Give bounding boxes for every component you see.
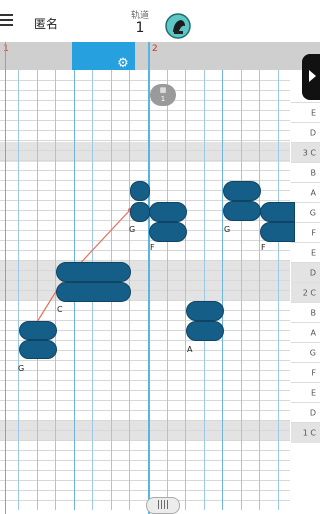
note-g2-lower[interactable] xyxy=(223,201,261,221)
note-a-lower[interactable] xyxy=(186,321,224,341)
horizontal-scroll-handle[interactable]: |||| xyxy=(146,497,180,514)
note-label: G xyxy=(129,225,136,234)
note-connectors xyxy=(36,208,132,323)
note-c-upper[interactable] xyxy=(56,262,131,282)
note-label: F xyxy=(150,243,155,252)
note-g2-upper[interactable] xyxy=(223,181,261,201)
note-label: A xyxy=(187,345,193,354)
note-label: C xyxy=(57,305,63,314)
note-a-upper[interactable] xyxy=(186,301,224,321)
note-label: G xyxy=(224,225,231,234)
note-label: F xyxy=(261,243,266,252)
note-f2-upper[interactable] xyxy=(260,202,295,222)
note-g-top[interactable] xyxy=(130,181,150,201)
note-g-bottom[interactable] xyxy=(130,202,150,222)
note-g-lower[interactable] xyxy=(19,340,57,359)
note-label: G xyxy=(18,364,25,373)
note-c-lower[interactable] xyxy=(56,282,131,302)
note-f-upper[interactable] xyxy=(149,202,187,222)
note-f2-lower[interactable] xyxy=(260,222,295,242)
note-g-upper[interactable] xyxy=(19,321,57,340)
note-f-lower[interactable] xyxy=(149,222,187,242)
